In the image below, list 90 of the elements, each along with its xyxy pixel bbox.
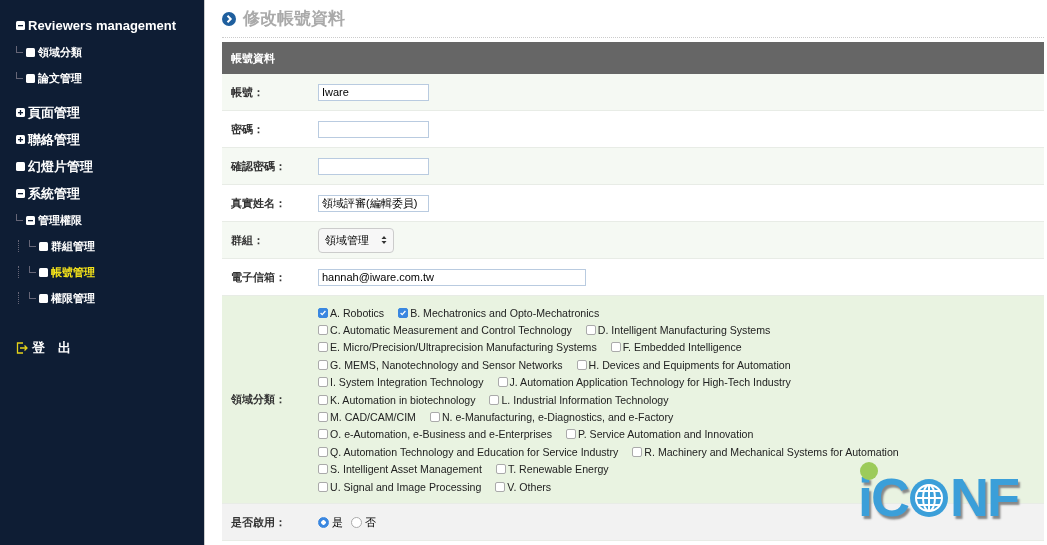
checkbox[interactable] [497,377,508,388]
checkbox-label: H. Devices and Equipments for Automation [588,358,791,371]
checkbox[interactable] [318,325,328,336]
checkbox[interactable] [318,429,328,440]
collapse-icon[interactable] [16,189,25,198]
checkbox-label: C. Automatic Measurement and Control Technology [330,324,572,337]
checkbox[interactable] [632,446,643,457]
checkbox[interactable] [585,325,596,336]
page-title: 修改帳號資料 [243,8,345,30]
checkbox[interactable] [576,359,587,370]
field-label: 密碼： [230,121,265,137]
text-field[interactable]: 領域評審(編輯委員) [318,194,429,212]
field-label: 確認密碼： [230,158,287,174]
menu-item[interactable]: 權限管理 [51,290,95,306]
logout-link[interactable]: 登 出 [32,339,71,357]
checkbox[interactable] [318,359,328,370]
password-field[interactable] [318,120,429,138]
square-icon[interactable] [26,73,35,83]
menu-item[interactable]: 管理權限 [38,212,82,228]
checkbox[interactable] [489,394,500,405]
email-field[interactable]: hannah@iware.com.tw [318,268,586,286]
checkbox-label: R. Machinery and Mechanical Systems for Automation [644,445,899,458]
checkbox[interactable] [318,377,328,388]
checkbox[interactable] [318,464,328,475]
expand-icon[interactable] [16,108,25,117]
chevron-circle-icon [222,11,236,26]
checkbox-label: Q. Automation Technology and Education for Service Industry [330,445,619,458]
checkbox[interactable] [318,307,328,318]
checkbox-label: P. Service Automation and Innovation [578,428,754,441]
logo: iC NF [858,462,1022,528]
password-field[interactable] [318,157,429,175]
collapse-icon[interactable] [26,215,35,225]
checkbox-label: L. Industrial Information Technology [501,393,669,406]
checkbox-label: S. Intelligent Asset Management [330,463,482,476]
square-icon[interactable] [39,241,48,251]
checkbox-label: O. e-Automation, e-Business and e-Enterprises [330,428,552,441]
menu-item[interactable]: 領域分類 [38,44,82,60]
checkbox[interactable] [610,342,621,353]
checkbox[interactable] [318,481,328,492]
checkbox[interactable] [495,481,506,492]
checkbox-label: B. Mechatronics and Opto-Mechatronics [410,306,600,319]
field-label: 群組： [230,232,265,248]
checkbox-label: I. System Integration Technology [330,376,484,389]
checkbox-label: T. Renewable Energy [507,463,609,476]
menu-item[interactable]: 聯絡管理 [28,130,80,149]
square-icon[interactable] [39,267,48,277]
field-label: 是否啟用： [230,514,287,530]
menu-item[interactable]: 帳號管理 [51,264,95,280]
checkbox-label: F. Embedded Intelligence [622,341,742,354]
checkbox-label: E. Micro/Precision/Ultraprecision Manufacturing Systems [330,341,597,354]
checkbox-label: K. Automation in biotechnology [330,393,476,406]
checkbox-label: J. Automation Application Technology for High-Tech Industry [509,376,791,389]
logout-icon[interactable] [16,342,28,354]
menu-item[interactable]: 系統管理 [28,184,80,203]
checkbox[interactable] [318,446,328,457]
checkbox-label: U. Signal and Image Processing [330,480,482,493]
radio-label: 否 [365,514,376,530]
menu-item[interactable]: Reviewers management [28,18,177,33]
field-label: 帳號： [230,84,265,100]
square-icon[interactable] [39,293,48,303]
collapse-icon[interactable] [16,21,25,30]
field-label: 領域分類： [230,392,287,408]
field-label: 真實姓名： [230,195,287,211]
section-header: 帳號資料 [222,42,1044,74]
checkbox[interactable] [495,464,506,475]
radio-button[interactable] [351,516,362,528]
text-field[interactable]: Iware [318,83,429,101]
menu-item[interactable]: 群組管理 [51,238,95,254]
menu-item[interactable]: 頁面管理 [28,103,80,122]
checkbox[interactable] [318,394,328,405]
expand-icon[interactable] [16,135,25,144]
checkbox-label: V. Others [507,480,552,493]
radio-label: 是 [332,514,343,530]
checkbox[interactable] [566,429,576,440]
caret-icon [381,235,387,245]
checkbox-label: G. MEMS, Nanotechnology and Sensor Networks [330,358,563,371]
checkbox[interactable] [398,307,409,318]
menu-item[interactable]: 論文管理 [38,70,82,86]
square-icon[interactable] [26,47,35,57]
checkbox-label: M. CAD/CAM/CIM [330,411,416,424]
menu-item[interactable]: 幻燈片管理 [28,157,93,176]
field-label: 電子信箱： [230,269,287,285]
checkbox-label: D. Intelligent Manufacturing Systems [597,324,771,337]
checkbox-label: A. Robotics [330,306,385,319]
checkbox-label: N. e-Manufacturing, e-Diagnostics, and e-Factory [441,411,674,424]
checkbox[interactable] [429,412,440,423]
checkbox[interactable] [318,342,328,353]
radio-button[interactable] [318,516,329,528]
checkbox[interactable] [318,412,328,423]
group-select[interactable]: 領域管理 [318,227,394,253]
